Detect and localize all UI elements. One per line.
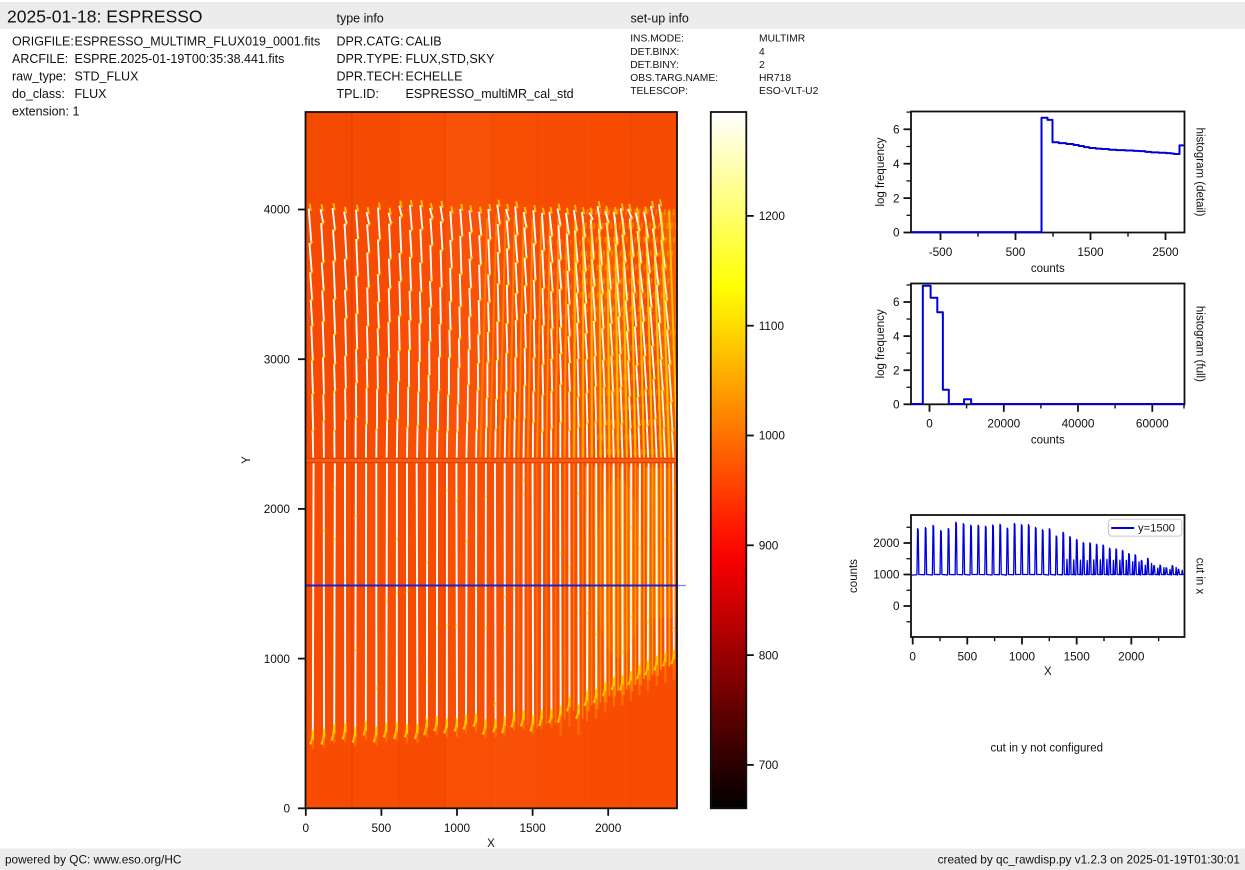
svg-text:DPR.CATG:: DPR.CATG:	[337, 35, 404, 49]
svg-text:4: 4	[893, 157, 900, 171]
svg-text:counts: counts	[1031, 263, 1065, 275]
svg-text:TPL.ID:: TPL.ID:	[337, 87, 379, 101]
svg-text:ESPRESSO_MULTIMR_FLUX019_0001.: ESPRESSO_MULTIMR_FLUX019_0001.fits	[75, 35, 321, 49]
svg-text:X: X	[487, 838, 495, 850]
svg-text:4: 4	[759, 47, 765, 58]
svg-text:cut in y not configured: cut in y not configured	[991, 743, 1104, 755]
svg-text:4: 4	[893, 329, 900, 343]
svg-text:DPR.TYPE:: DPR.TYPE:	[337, 52, 403, 66]
svg-text:1000: 1000	[264, 652, 291, 666]
svg-text:extension: 1: extension: 1	[12, 105, 79, 119]
svg-text:ECHELLE: ECHELLE	[406, 70, 463, 84]
svg-text:1200: 1200	[759, 209, 786, 223]
svg-text:ESPRESSO_multiMR_cal_std: ESPRESSO_multiMR_cal_std	[406, 87, 574, 101]
svg-text:900: 900	[759, 539, 779, 553]
svg-text:1000: 1000	[873, 568, 900, 582]
svg-text:1000: 1000	[759, 429, 786, 443]
svg-text:1500: 1500	[1077, 245, 1104, 259]
svg-text:2000: 2000	[264, 502, 291, 516]
svg-text:2000: 2000	[1118, 650, 1145, 664]
svg-text:log frequency: log frequency	[875, 309, 887, 378]
svg-text:2000: 2000	[873, 536, 900, 550]
svg-text:500: 500	[957, 650, 977, 664]
svg-text:ESPRE.2025-01-19T00:35:38.441.: ESPRE.2025-01-19T00:35:38.441.fits	[75, 52, 285, 66]
svg-text:60000: 60000	[1136, 417, 1169, 431]
svg-text:log frequency: log frequency	[875, 137, 887, 206]
svg-text:DET.BINX:: DET.BINX:	[630, 47, 679, 58]
svg-text:0: 0	[893, 226, 900, 240]
svg-text:counts: counts	[848, 559, 860, 593]
svg-text:700: 700	[759, 758, 779, 772]
svg-text:0: 0	[909, 650, 916, 664]
svg-text:CALIB: CALIB	[406, 35, 442, 49]
svg-text:TELESCOP:: TELESCOP:	[630, 86, 688, 97]
svg-text:2: 2	[759, 60, 765, 71]
svg-text:FLUX: FLUX	[75, 87, 108, 101]
svg-text:set-up info: set-up info	[631, 12, 689, 26]
svg-text:2500: 2500	[1152, 245, 1179, 259]
svg-text:do_class:: do_class:	[12, 87, 65, 101]
svg-text:histogram (full): histogram (full)	[1194, 306, 1206, 382]
svg-text:ORIGFILE:: ORIGFILE:	[12, 35, 74, 49]
svg-text:0: 0	[893, 398, 900, 412]
svg-text:raw_type:: raw_type:	[12, 70, 66, 84]
svg-text:2000: 2000	[595, 821, 622, 835]
svg-text:2: 2	[893, 363, 900, 377]
svg-text:1500: 1500	[519, 821, 546, 835]
svg-text:y=1500: y=1500	[1138, 523, 1175, 535]
svg-text:STD_FLUX: STD_FLUX	[75, 70, 140, 84]
svg-text:ARCFILE:: ARCFILE:	[12, 52, 68, 66]
svg-text:created by qc_rawdisp.py v1.2.: created by qc_rawdisp.py v1.2.3 on 2025-…	[938, 853, 1240, 867]
svg-text:DET.BINY:: DET.BINY:	[630, 60, 679, 71]
svg-text:500: 500	[1006, 245, 1026, 259]
svg-text:histogram (detail): histogram (detail)	[1194, 128, 1206, 217]
svg-text:4000: 4000	[264, 203, 291, 217]
svg-text:6: 6	[893, 295, 900, 309]
svg-text:ESO-VLT-U2: ESO-VLT-U2	[759, 86, 819, 97]
svg-text:0: 0	[926, 417, 933, 431]
svg-text:FLUX,STD,SKY: FLUX,STD,SKY	[406, 52, 496, 66]
svg-text:0: 0	[303, 821, 310, 835]
svg-text:40000: 40000	[1062, 417, 1095, 431]
svg-text:800: 800	[759, 648, 779, 662]
svg-text:INS.MODE:: INS.MODE:	[630, 34, 684, 45]
svg-text:Y: Y	[241, 456, 253, 464]
svg-text:0: 0	[893, 599, 900, 613]
svg-text:3000: 3000	[264, 352, 291, 366]
svg-text:2025-01-18: ESPRESSO: 2025-01-18: ESPRESSO	[7, 7, 203, 27]
svg-text:type info: type info	[337, 12, 384, 26]
svg-text:OBS.TARG.NAME:: OBS.TARG.NAME:	[630, 73, 718, 84]
svg-text:20000: 20000	[987, 417, 1020, 431]
svg-text:500: 500	[372, 821, 392, 835]
svg-text:1100: 1100	[759, 319, 785, 333]
svg-text:1500: 1500	[1064, 650, 1091, 664]
svg-text:powered by QC: www.eso.org/HC: powered by QC: www.eso.org/HC	[5, 853, 182, 867]
svg-text:HR718: HR718	[759, 73, 791, 84]
svg-text:1000: 1000	[1009, 650, 1036, 664]
svg-text:MULTIMR: MULTIMR	[759, 34, 805, 45]
svg-text:X: X	[1044, 666, 1052, 678]
svg-text:cut in x: cut in x	[1194, 558, 1206, 595]
svg-text:1000: 1000	[444, 821, 471, 835]
svg-text:2: 2	[893, 191, 900, 205]
svg-text:6: 6	[893, 123, 900, 137]
svg-text:-500: -500	[929, 245, 953, 259]
svg-text:DPR.TECH:: DPR.TECH:	[337, 70, 404, 84]
svg-text:0: 0	[283, 802, 290, 816]
svg-text:counts: counts	[1031, 435, 1065, 447]
